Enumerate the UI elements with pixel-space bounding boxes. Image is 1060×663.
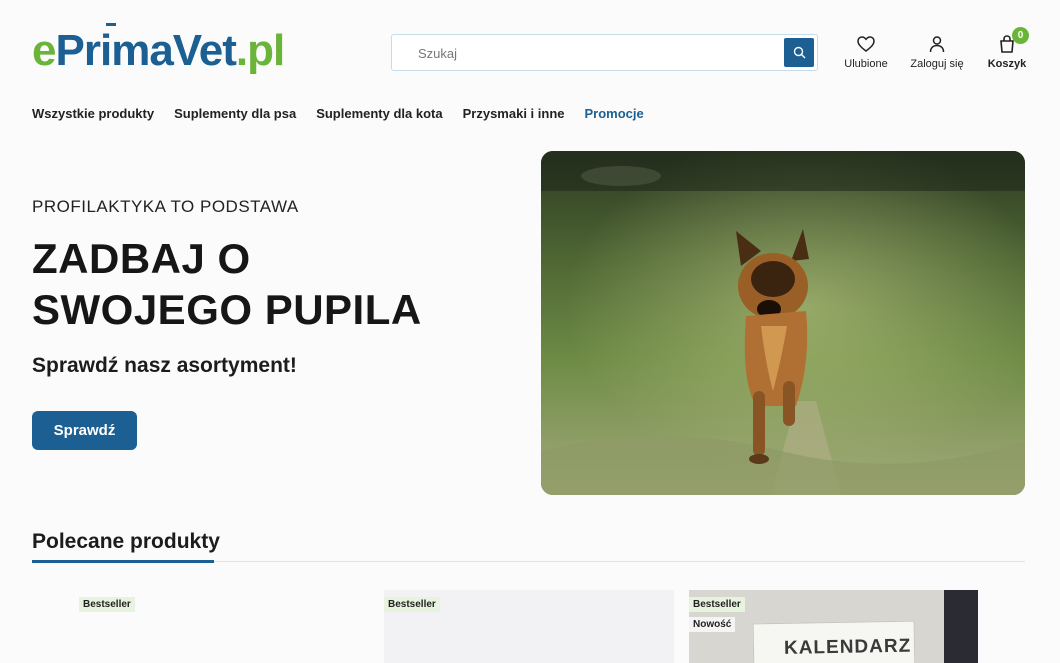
favorites-label: Ulubione — [844, 58, 888, 70]
nav-item-all-products[interactable]: Wszystkie produkty — [32, 106, 154, 121]
hero-subtitle: Sprawdź nasz asortyment! — [32, 354, 297, 377]
bestseller-badge: Bestseller — [384, 597, 440, 612]
heart-icon — [857, 36, 875, 52]
section-divider-accent — [32, 560, 214, 563]
product-card[interactable]: Bestseller — [384, 590, 674, 663]
nav-item-dog-supplements[interactable]: Suplementy dla psa — [174, 106, 296, 121]
cart-link[interactable]: 0 Koszyk — [984, 27, 1030, 70]
hero-cta-button[interactable]: Sprawdź — [32, 411, 137, 450]
nav-item-treats[interactable]: Przysmaki i inne — [463, 106, 565, 121]
product-card[interactable]: Bestseller — [32, 590, 322, 663]
logo-part: e — [32, 26, 57, 75]
search-icon — [793, 46, 805, 59]
product-card[interactable]: KALENDARZ Bestseller Nowość — [689, 590, 978, 663]
hero-title-line: SWOJEGO PUPILA — [32, 286, 422, 333]
logo-part: .pl — [235, 26, 285, 75]
login-link[interactable]: Zaloguj się — [906, 34, 968, 70]
bestseller-badge: Bestseller — [79, 597, 135, 612]
search-button[interactable] — [784, 38, 814, 67]
user-icon — [929, 36, 945, 53]
product-image-edge — [944, 590, 978, 663]
logo-plus-mark: i — [99, 23, 117, 75]
logo-part: Pr — [55, 26, 100, 75]
calendar-image-text: KALENDARZ — [783, 635, 912, 659]
cart-count-badge: 0 — [1012, 27, 1029, 44]
logo-part: maVet — [111, 26, 237, 75]
bestseller-badge: Bestseller — [689, 597, 745, 612]
nav-item-cat-supplements[interactable]: Suplementy dla kota — [316, 106, 442, 121]
login-label: Zaloguj się — [910, 58, 964, 70]
search-bar — [391, 34, 818, 71]
hero-title: ZADBAJ O SWOJEGO PUPILA — [32, 233, 422, 335]
site-logo[interactable]: ePrimaVet.pl — [32, 23, 285, 76]
main-nav: Wszystkie produkty Suplementy dla psa Su… — [32, 106, 644, 121]
nav-item-promotions[interactable]: Promocje — [585, 106, 644, 121]
hero-kicker: PROFILAKTYKA TO PODSTAWA — [32, 197, 299, 216]
calendar-product-image: KALENDARZ — [752, 620, 916, 663]
hero-title-line: ZADBAJ O — [32, 235, 251, 282]
search-input[interactable] — [418, 43, 778, 63]
section-title-recommended: Polecane produkty — [32, 530, 220, 553]
favorites-link[interactable]: Ulubione — [838, 34, 894, 70]
new-badge: Nowość — [689, 617, 736, 632]
dog-running-illustration — [541, 151, 1025, 495]
site-header: ePrimaVet.pl Ulubione Zaloguj się 0 Kosz… — [0, 0, 1060, 95]
cart-label: Koszyk — [987, 58, 1027, 70]
hero-image-dog — [541, 151, 1025, 495]
